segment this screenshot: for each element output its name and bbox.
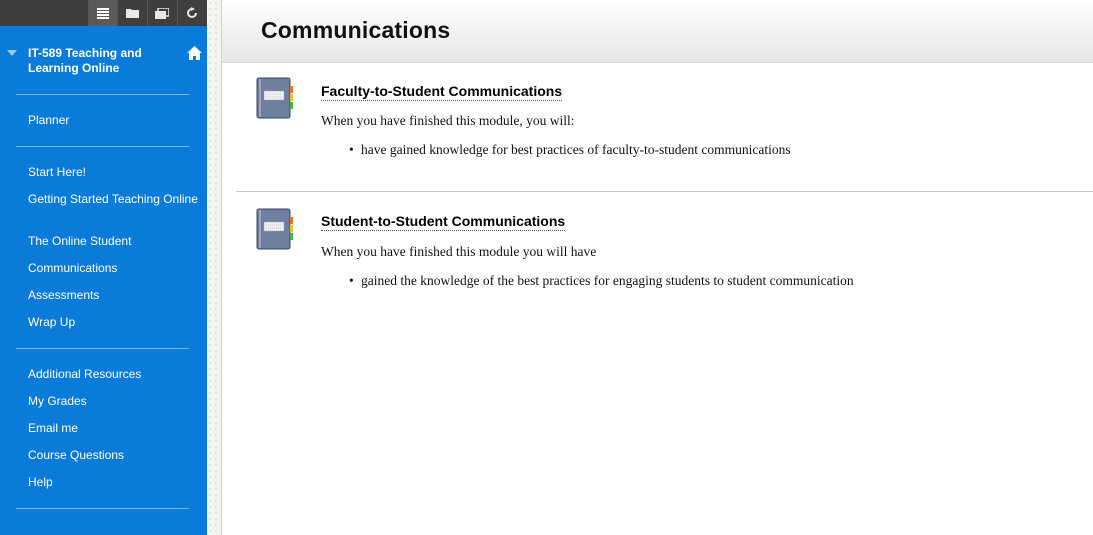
sidebar-item-additional-resources[interactable]: Additional Resources <box>28 367 198 382</box>
sidebar-item-help[interactable]: Help <box>28 475 198 490</box>
sidebar-item-wrap-up[interactable]: Wrap Up <box>28 315 198 330</box>
notebook-icon <box>254 77 294 119</box>
main-content: Communications Faculty-to-Student Commun… <box>222 0 1093 535</box>
notebook-icon <box>254 208 294 250</box>
sidebar-resize-handle[interactable] <box>207 0 222 535</box>
collapse-arrow-icon[interactable] <box>7 50 17 56</box>
sidebar-item-getting-started[interactable]: Getting Started Teaching Online <box>28 192 198 207</box>
list-item: • gained the knowledge of the best practi… <box>349 273 854 288</box>
page-header: Communications <box>222 0 1093 63</box>
module-title-link[interactable]: Student-to-Student Communications <box>321 213 566 231</box>
refresh-icon[interactable] <box>177 0 206 26</box>
sidebar-divider <box>16 146 189 147</box>
sidebar-item-planner[interactable]: Planner <box>28 113 198 128</box>
sidebar-toolbar <box>0 0 207 26</box>
menu-list-icon[interactable] <box>88 0 117 26</box>
sidebar-item-my-grades[interactable]: My Grades <box>28 394 198 409</box>
module-description: When you have finished this module you w… <box>321 244 597 259</box>
sidebar-divider <box>16 348 189 349</box>
sidebar-item-course-questions[interactable]: Course Questions <box>28 448 198 463</box>
sidebar-divider <box>16 508 189 509</box>
sidebar-item-online-student[interactable]: The Online Student <box>28 234 198 249</box>
list-item-text: have gained knowledge for best practices… <box>361 142 791 157</box>
sidebar-item-email-me[interactable]: Email me <box>28 421 198 436</box>
list-item-text: gained the knowledge of the best practic… <box>361 273 854 288</box>
sidebar-item-communications[interactable]: Communications <box>28 261 198 276</box>
window-icon[interactable] <box>147 0 176 26</box>
list-item: • have gained knowledge for best practice… <box>349 142 791 157</box>
sidebar-item-start-here[interactable]: Start Here! <box>28 165 198 180</box>
home-icon[interactable] <box>187 46 202 66</box>
folder-icon[interactable] <box>117 0 146 26</box>
module-description: When you have finished this module, you … <box>321 113 575 128</box>
module-title-link[interactable]: Faculty-to-Student Communications <box>321 83 563 101</box>
sidebar-item-assessments[interactable]: Assessments <box>28 288 198 303</box>
sidebar-divider <box>16 94 189 95</box>
page-title: Communications <box>261 17 451 43</box>
course-title[interactable]: IT-589 Teaching and Learning Online <box>28 46 168 76</box>
course-header: IT-589 Teaching and Learning Online <box>0 46 207 82</box>
course-menu-sidebar: IT-589 Teaching and Learning Online Plan… <box>0 0 207 535</box>
module-divider <box>236 191 1093 192</box>
